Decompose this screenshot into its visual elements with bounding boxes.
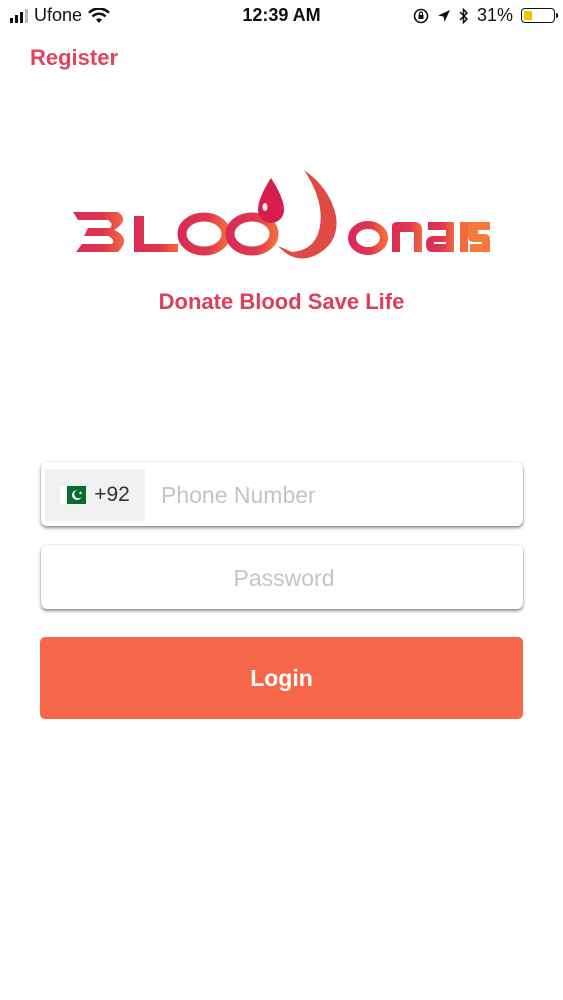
phone-field: +92 xyxy=(41,462,523,526)
tagline: Donate Blood Save Life xyxy=(158,289,405,314)
battery-level xyxy=(524,11,533,20)
location-arrow-icon xyxy=(437,9,450,22)
bluetooth-icon xyxy=(459,7,469,24)
battery-percent: 31% xyxy=(476,5,513,25)
status-right: 31% xyxy=(413,5,558,26)
password-field xyxy=(41,545,523,609)
country-code-selector[interactable]: +92 xyxy=(45,469,145,521)
status-bar: Ufone 12:39 AM 31% xyxy=(0,0,563,32)
register-link[interactable]: Register xyxy=(30,45,118,71)
country-code-label: +92 xyxy=(94,483,130,506)
pakistan-flag-icon xyxy=(60,486,87,504)
phone-number-input[interactable] xyxy=(159,472,513,518)
login-button[interactable]: Login xyxy=(40,637,523,719)
battery-icon xyxy=(521,8,558,23)
rotation-lock-icon xyxy=(413,8,429,23)
password-input[interactable] xyxy=(51,555,517,601)
blood-donars-logo xyxy=(73,170,490,259)
